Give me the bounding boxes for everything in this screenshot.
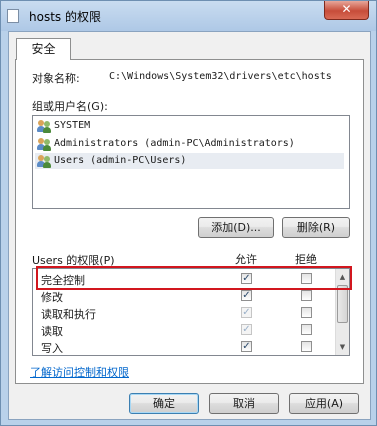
- file-icon: [7, 9, 19, 23]
- list-item[interactable]: Users (admin-PC\Users): [35, 153, 344, 169]
- tab-security[interactable]: 安全: [16, 38, 71, 60]
- permissions-scrollbar[interactable]: ▲ ▼: [335, 269, 349, 355]
- allow-checkbox[interactable]: ✓: [241, 324, 252, 335]
- permission-name: 写入: [41, 342, 63, 355]
- groups-list[interactable]: SYSTEM Administrators (admin-PC\Administ…: [32, 115, 350, 209]
- deny-checkbox[interactable]: [301, 324, 312, 335]
- permission-row: 修改 ✓: [33, 287, 334, 305]
- object-name-value: C:\Windows\System32\drivers\etc\hosts: [109, 71, 332, 82]
- permission-row: 写入 ✓: [33, 338, 334, 355]
- list-item-label: SYSTEM: [54, 120, 91, 131]
- permission-name: 完全控制: [41, 274, 85, 287]
- title-bar[interactable]: hosts 的权限 ✕: [1, 1, 376, 31]
- allow-checkbox[interactable]: ✓: [241, 290, 252, 301]
- access-control-help-link[interactable]: 了解访问控制和权限: [30, 364, 129, 380]
- permissions-list[interactable]: 完全控制 ✓ 修改 ✓ 读取和执行 ✓ 读取 ✓ 写入 ✓ ▲ ▼: [32, 268, 350, 356]
- remove-button[interactable]: 删除(R): [282, 217, 350, 238]
- ok-button[interactable]: 确定: [129, 393, 199, 414]
- cancel-button[interactable]: 取消: [209, 393, 279, 414]
- allow-checkbox[interactable]: ✓: [241, 307, 252, 318]
- scroll-up-arrow-icon[interactable]: ▲: [337, 270, 348, 284]
- close-button[interactable]: ✕: [324, 1, 369, 20]
- deny-checkbox[interactable]: [301, 290, 312, 301]
- add-button[interactable]: 添加(D)...: [198, 217, 274, 238]
- deny-checkbox[interactable]: [301, 273, 312, 284]
- users-icon: [37, 154, 53, 168]
- deny-column-header: 拒绝: [295, 253, 317, 266]
- permissions-label: Users 的权限(P): [32, 254, 115, 267]
- permission-name: 读取和执行: [41, 308, 96, 321]
- deny-checkbox[interactable]: [301, 307, 312, 318]
- permission-name: 读取: [41, 325, 63, 338]
- users-icon: [37, 137, 53, 151]
- permission-row: 读取 ✓: [33, 321, 334, 339]
- allow-checkbox[interactable]: ✓: [241, 273, 252, 284]
- apply-button[interactable]: 应用(A): [289, 393, 359, 414]
- allow-column-header: 允许: [235, 253, 257, 266]
- dialog-client-area: 安全 对象名称: C:\Windows\System32\drivers\etc…: [8, 31, 371, 420]
- list-item-label: Administrators (admin-PC\Administrators): [54, 138, 295, 149]
- list-item-label: Users (admin-PC\Users): [54, 155, 187, 166]
- permission-row: 完全控制 ✓: [33, 270, 334, 288]
- deny-checkbox[interactable]: [301, 341, 312, 352]
- list-item[interactable]: SYSTEM: [35, 118, 344, 134]
- security-tab-panel: 对象名称: C:\Windows\System32\drivers\etc\ho…: [15, 59, 364, 384]
- permissions-dialog: hosts 的权限 ✕ 安全 对象名称: C:\Windows\System32…: [0, 0, 377, 426]
- list-item[interactable]: Administrators (admin-PC\Administrators): [35, 136, 344, 152]
- object-name-label: 对象名称:: [32, 72, 80, 85]
- users-icon: [37, 119, 53, 133]
- window-title: hosts 的权限: [29, 10, 101, 24]
- allow-checkbox[interactable]: ✓: [241, 341, 252, 352]
- scroll-thumb[interactable]: [337, 285, 348, 323]
- groups-label: 组或用户名(G):: [32, 100, 108, 113]
- scroll-down-arrow-icon[interactable]: ▼: [337, 340, 348, 354]
- permission-row: 读取和执行 ✓: [33, 304, 334, 322]
- permission-name: 修改: [41, 291, 63, 304]
